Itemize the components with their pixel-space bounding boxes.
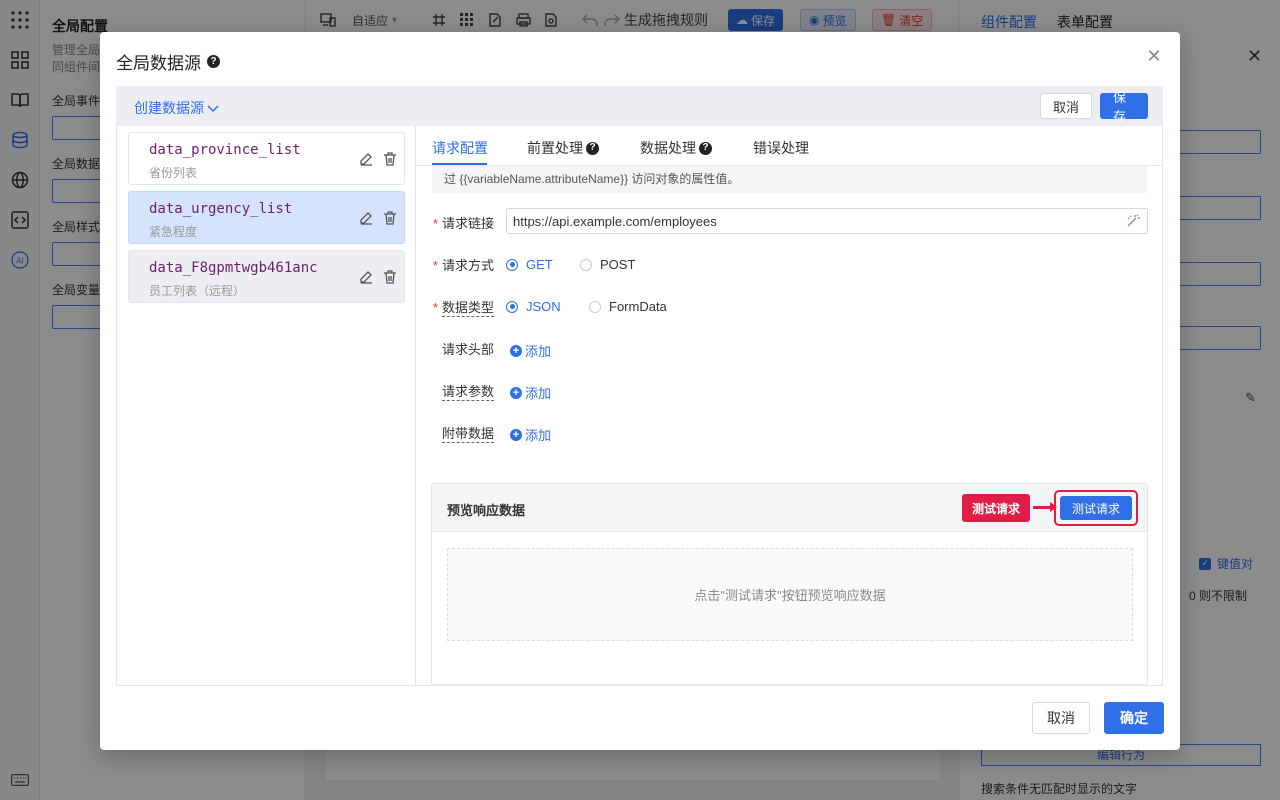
create-datasource-label: 创建数据源 — [134, 100, 204, 116]
radio-checked-icon — [506, 300, 518, 313]
chevron-down-icon — [207, 100, 219, 116]
tip-text: 过 {{variableName.attributeName}} 访问对象的属性… — [432, 166, 1147, 193]
footer-ok-button[interactable]: 确定 — [1104, 702, 1164, 734]
header-save-button[interactable]: 保存 — [1100, 90, 1148, 124]
close-icon[interactable]: ✕ — [1144, 46, 1164, 66]
extra-data-row: 附带数据 + 添加 — [432, 418, 1148, 446]
editor-tabs: 请求配置 前置处理 ? 数据处理 ? 错误处理 — [416, 126, 1163, 166]
radio-label: POST — [600, 257, 636, 272]
datasource-name: data_province_list — [149, 142, 301, 158]
datasource-item[interactable]: data_province_list 省份列表 — [128, 132, 405, 185]
magic-wand-icon[interactable] — [1126, 214, 1140, 231]
datatype-row: * 数据类型 JSON FormData — [432, 292, 1148, 320]
url-label: * 请求链接 — [432, 215, 494, 231]
help-icon: ? — [586, 141, 599, 155]
delete-icon[interactable] — [382, 210, 398, 226]
help-icon[interactable]: ? — [207, 55, 220, 68]
radio-label: JSON — [526, 299, 561, 314]
tab-pre-process[interactable]: 前置处理 ? — [527, 138, 599, 158]
modal-title: 全局数据源 ? — [116, 49, 220, 74]
global-datasource-modal: 全局数据源 ? ✕ 创建数据源 取消 保存 data_province_list… — [100, 32, 1180, 750]
add-header-button[interactable]: + 添加 — [510, 341, 551, 360]
tab-label: 数据处理 — [640, 140, 696, 156]
method-row: * 请求方式 GET POST — [432, 250, 1148, 278]
radio-label: GET — [526, 257, 553, 272]
url-value: https://api.example.com/employees — [513, 213, 717, 229]
url-row: * 请求链接 https://api.example.com/employees — [432, 208, 1148, 236]
footer-cancel-button[interactable]: 取消 — [1032, 702, 1090, 734]
datatype-radio-formdata[interactable]: FormData — [589, 299, 667, 314]
method-radio-get[interactable]: GET — [506, 257, 553, 272]
headers-row: 请求头部 + 添加 — [432, 334, 1148, 362]
method-label: * 请求方式 — [432, 257, 494, 273]
datasource-name: data_F8gpmtwgb461anc — [149, 260, 318, 276]
plus-circle-icon: + — [510, 344, 522, 357]
radio-label: FormData — [609, 299, 667, 314]
active-tab-indicator — [432, 163, 487, 165]
datatype-label: * 数据类型 — [432, 299, 494, 317]
datasource-item[interactable]: data_F8gpmtwgb461anc 员工列表（远程） — [128, 250, 405, 303]
datatype-radio-json[interactable]: JSON — [506, 299, 561, 314]
add-label: 添加 — [525, 428, 552, 443]
add-extra-data-button[interactable]: + 添加 — [510, 425, 551, 444]
radio-unchecked-icon — [580, 258, 592, 271]
add-param-button[interactable]: + 添加 — [510, 383, 551, 402]
datasource-item-active[interactable]: data_urgency_list 紧急程度 — [128, 191, 405, 244]
tab-label: 错误处理 — [753, 140, 809, 156]
edit-icon[interactable] — [358, 151, 374, 167]
tab-error-handling[interactable]: 错误处理 — [753, 138, 809, 158]
help-icon: ? — [699, 141, 712, 155]
create-datasource-dropdown[interactable]: 创建数据源 — [134, 98, 219, 118]
delete-icon[interactable] — [382, 151, 398, 167]
response-preview-panel: 预览响应数据 测试请求 测试请求 点击"测试请求"按钮预览响应数据 — [431, 483, 1148, 685]
preview-title: 预览响应数据 — [447, 503, 526, 518]
add-label: 添加 — [525, 386, 552, 401]
tab-label: 请求配置 — [432, 140, 488, 156]
tab-request-config[interactable]: 请求配置 — [432, 138, 488, 158]
datasource-desc: 员工列表（远程） — [149, 284, 246, 298]
callout-arrow — [1033, 502, 1057, 512]
plus-circle-icon: + — [510, 428, 522, 441]
delete-icon[interactable] — [382, 269, 398, 285]
tab-label: 前置处理 — [527, 140, 583, 156]
plus-circle-icon: + — [510, 386, 522, 399]
test-request-callout: 测试请求 — [962, 494, 1031, 522]
tab-data-process[interactable]: 数据处理 ? — [640, 138, 712, 158]
url-input[interactable]: https://api.example.com/employees — [506, 208, 1148, 234]
datasource-desc: 省份列表 — [149, 166, 198, 180]
add-label: 添加 — [525, 344, 552, 359]
extra-data-label: 附带数据 — [441, 425, 494, 443]
preview-empty-state: 点击"测试请求"按钮预览响应数据 — [447, 548, 1133, 641]
params-label: 请求参数 — [441, 383, 494, 401]
datasource-list: data_province_list 省份列表 data_urgency_lis… — [117, 126, 416, 685]
datasource-header: 创建数据源 取消 保存 — [116, 86, 1163, 126]
preview-header: 预览响应数据 测试请求 测试请求 — [432, 484, 1147, 532]
method-radio-post[interactable]: POST — [580, 257, 635, 272]
modal-title-text: 全局数据源 — [116, 54, 201, 73]
datasource-name: data_urgency_list — [149, 201, 293, 217]
headers-label: 请求头部 — [441, 341, 494, 357]
datasource-editor: 请求配置 前置处理 ? 数据处理 ? 错误处理 过 {{variableName… — [416, 126, 1163, 685]
header-cancel-button[interactable]: 取消 — [1040, 93, 1092, 119]
datasource-body: data_province_list 省份列表 data_urgency_lis… — [116, 126, 1163, 686]
edit-icon[interactable] — [358, 269, 374, 285]
radio-unchecked-icon — [589, 300, 601, 313]
radio-checked-icon — [506, 258, 518, 271]
test-request-button[interactable]: 测试请求 — [1060, 496, 1132, 520]
params-row: 请求参数 + 添加 — [432, 376, 1148, 404]
datasource-desc: 紧急程度 — [149, 225, 198, 239]
edit-icon[interactable] — [358, 210, 374, 226]
